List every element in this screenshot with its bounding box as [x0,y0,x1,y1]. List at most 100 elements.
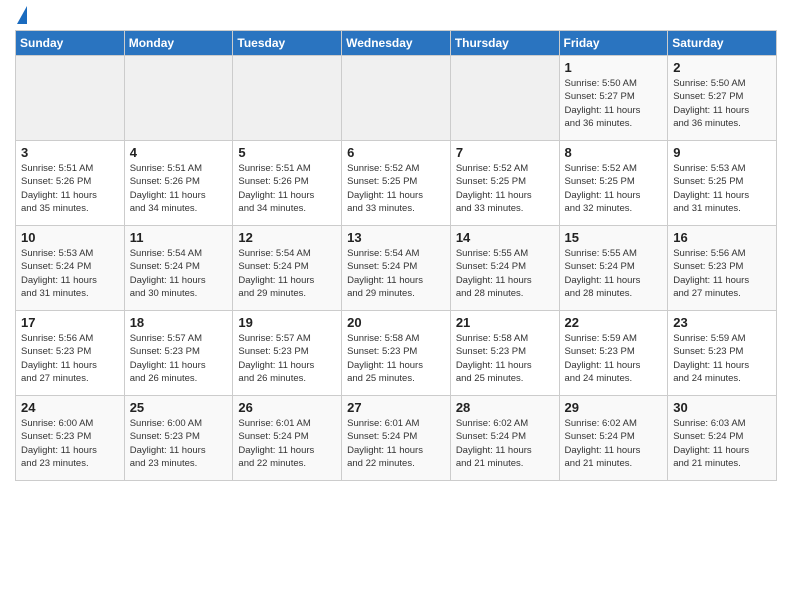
sunset-info: Sunset: 5:27 PM [673,91,743,102]
sunset-info: Sunset: 5:25 PM [673,176,743,187]
calendar-day-cell: 6Sunrise: 5:52 AMSunset: 5:25 PMDaylight… [342,141,451,226]
sunset-info: Sunset: 5:24 PM [565,431,635,442]
day-info: Sunrise: 5:51 AMSunset: 5:26 PMDaylight:… [238,162,336,215]
day-info: Sunrise: 5:52 AMSunset: 5:25 PMDaylight:… [456,162,554,215]
sunset-info: Sunset: 5:25 PM [565,176,635,187]
day-info: Sunrise: 5:55 AMSunset: 5:24 PMDaylight:… [565,247,663,300]
sunrise-info: Sunrise: 6:03 AM [673,418,745,429]
day-number: 21 [456,315,554,330]
weekday-header-cell: Tuesday [233,31,342,56]
calendar-day-cell: 8Sunrise: 5:52 AMSunset: 5:25 PMDaylight… [559,141,668,226]
daylight-minutes: and 29 minutes. [238,288,306,299]
calendar-day-cell: 23Sunrise: 5:59 AMSunset: 5:23 PMDayligh… [668,311,777,396]
day-info: Sunrise: 5:58 AMSunset: 5:23 PMDaylight:… [456,332,554,385]
day-info: Sunrise: 5:52 AMSunset: 5:25 PMDaylight:… [565,162,663,215]
daylight-minutes: and 27 minutes. [21,373,89,384]
calendar-day-cell: 26Sunrise: 6:01 AMSunset: 5:24 PMDayligh… [233,396,342,481]
day-number: 12 [238,230,336,245]
day-info: Sunrise: 6:02 AMSunset: 5:24 PMDaylight:… [565,417,663,470]
calendar-week-row: 1Sunrise: 5:50 AMSunset: 5:27 PMDaylight… [16,56,777,141]
daylight-minutes: and 24 minutes. [565,373,633,384]
daylight-info: Daylight: 11 hours [456,275,532,286]
daylight-info: Daylight: 11 hours [130,190,206,201]
calendar-day-cell: 4Sunrise: 5:51 AMSunset: 5:26 PMDaylight… [124,141,233,226]
sunrise-info: Sunrise: 5:54 AM [347,248,419,259]
sunset-info: Sunset: 5:23 PM [347,346,417,357]
daylight-minutes: and 33 minutes. [456,203,524,214]
daylight-minutes: and 31 minutes. [21,288,89,299]
weekday-header-cell: Sunday [16,31,125,56]
sunset-info: Sunset: 5:23 PM [565,346,635,357]
calendar-day-cell: 24Sunrise: 6:00 AMSunset: 5:23 PMDayligh… [16,396,125,481]
calendar-day-cell: 20Sunrise: 5:58 AMSunset: 5:23 PMDayligh… [342,311,451,396]
day-info: Sunrise: 6:02 AMSunset: 5:24 PMDaylight:… [456,417,554,470]
daylight-minutes: and 32 minutes. [565,203,633,214]
daylight-info: Daylight: 11 hours [238,360,314,371]
day-number: 10 [21,230,119,245]
sunset-info: Sunset: 5:23 PM [673,346,743,357]
calendar-day-cell: 16Sunrise: 5:56 AMSunset: 5:23 PMDayligh… [668,226,777,311]
daylight-info: Daylight: 11 hours [565,360,641,371]
daylight-info: Daylight: 11 hours [673,445,749,456]
calendar-week-row: 24Sunrise: 6:00 AMSunset: 5:23 PMDayligh… [16,396,777,481]
day-number: 2 [673,60,771,75]
day-number: 13 [347,230,445,245]
day-info: Sunrise: 5:51 AMSunset: 5:26 PMDaylight:… [21,162,119,215]
daylight-info: Daylight: 11 hours [673,105,749,116]
sunset-info: Sunset: 5:26 PM [130,176,200,187]
day-info: Sunrise: 6:00 AMSunset: 5:23 PMDaylight:… [21,417,119,470]
day-number: 18 [130,315,228,330]
calendar-day-cell: 22Sunrise: 5:59 AMSunset: 5:23 PMDayligh… [559,311,668,396]
day-info: Sunrise: 5:55 AMSunset: 5:24 PMDaylight:… [456,247,554,300]
calendar-day-cell: 30Sunrise: 6:03 AMSunset: 5:24 PMDayligh… [668,396,777,481]
logo [15,10,27,24]
daylight-info: Daylight: 11 hours [673,190,749,201]
weekday-header-cell: Thursday [450,31,559,56]
day-number: 9 [673,145,771,160]
sunset-info: Sunset: 5:24 PM [238,431,308,442]
weekday-header-row: SundayMondayTuesdayWednesdayThursdayFrid… [16,31,777,56]
day-number: 16 [673,230,771,245]
calendar-day-cell: 5Sunrise: 5:51 AMSunset: 5:26 PMDaylight… [233,141,342,226]
daylight-info: Daylight: 11 hours [347,445,423,456]
calendar-day-cell [450,56,559,141]
daylight-info: Daylight: 11 hours [130,275,206,286]
sunset-info: Sunset: 5:23 PM [673,261,743,272]
calendar-week-row: 17Sunrise: 5:56 AMSunset: 5:23 PMDayligh… [16,311,777,396]
logo-triangle-icon [17,6,27,24]
calendar-day-cell: 18Sunrise: 5:57 AMSunset: 5:23 PMDayligh… [124,311,233,396]
calendar-day-cell: 19Sunrise: 5:57 AMSunset: 5:23 PMDayligh… [233,311,342,396]
daylight-info: Daylight: 11 hours [21,360,97,371]
day-info: Sunrise: 5:59 AMSunset: 5:23 PMDaylight:… [673,332,771,385]
day-number: 7 [456,145,554,160]
calendar-day-cell: 7 Sunrise: 5:52 AMSunset: 5:25 PMDaylight… [450,141,559,226]
sunrise-info: Sunrise: 5:59 AM [673,333,745,344]
day-info: Sunrise: 6:01 AMSunset: 5:24 PMDaylight:… [347,417,445,470]
daylight-minutes: and 29 minutes. [347,288,415,299]
calendar-day-cell: 2Sunrise: 5:50 AMSunset: 5:27 PMDaylight… [668,56,777,141]
daylight-info: Daylight: 11 hours [21,445,97,456]
day-number: 14 [456,230,554,245]
daylight-minutes: and 24 minutes. [673,373,741,384]
day-info: Sunrise: 5:54 AMSunset: 5:24 PMDaylight:… [130,247,228,300]
daylight-info: Daylight: 11 hours [21,275,97,286]
calendar-day-cell: 12 Sunrise: 5:54 AMSunset: 5:24 PMDayligh… [233,226,342,311]
day-info: Sunrise: 5:54 AMSunset: 5:24 PMDaylight:… [347,247,445,300]
daylight-minutes: and 35 minutes. [21,203,89,214]
daylight-info: Daylight: 11 hours [347,275,423,286]
day-number: 15 [565,230,663,245]
sunrise-info: Sunrise: 5:55 AM [456,248,528,259]
sunrise-info: Sunrise: 5:51 AM [21,163,93,174]
sunrise-info: Sunrise: 5:53 AM [21,248,93,259]
daylight-info: Daylight: 11 hours [347,190,423,201]
sunset-info: Sunset: 5:24 PM [238,261,308,272]
daylight-info: Daylight: 11 hours [130,360,206,371]
calendar-day-cell: 15 Sunrise: 5:55 AMSunset: 5:24 PMDayligh… [559,226,668,311]
daylight-info: Daylight: 11 hours [565,190,641,201]
calendar-body: 1Sunrise: 5:50 AMSunset: 5:27 PMDaylight… [16,56,777,481]
day-info: Sunrise: 6:03 AMSunset: 5:24 PMDaylight:… [673,417,771,470]
weekday-header-cell: Monday [124,31,233,56]
day-number: 17 [21,315,119,330]
day-info: Sunrise: 5:54 AMSunset: 5:24 PMDaylight:… [238,247,336,300]
daylight-minutes: and 31 minutes. [673,203,741,214]
